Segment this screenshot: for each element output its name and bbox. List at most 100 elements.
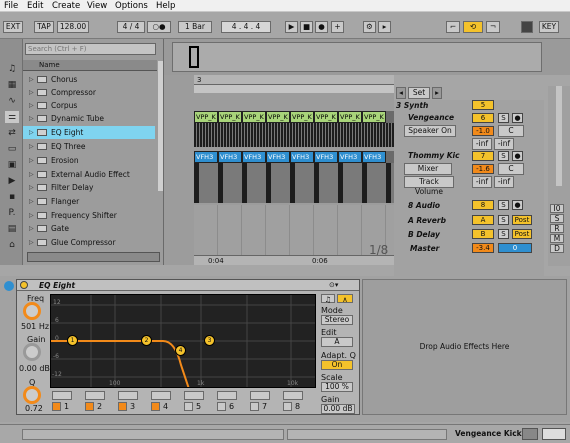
clip[interactable]: VPP_K: [338, 111, 362, 123]
band-toggle[interactable]: [250, 402, 259, 411]
volume-field[interactable]: -1.0: [472, 126, 494, 136]
time-ruler[interactable]: 0:04 0:06: [194, 255, 394, 265]
band-toggle[interactable]: [85, 402, 94, 411]
browser-item[interactable]: ▷ Corpus: [23, 99, 155, 112]
eq-band-point[interactable]: 3: [204, 335, 215, 346]
track-number[interactable]: 6: [472, 113, 494, 123]
eq-band-point[interactable]: 1: [67, 335, 78, 346]
track-row[interactable]: 8 Audio 8 S ●: [394, 200, 544, 212]
scroll-left-icon[interactable]: ◂: [396, 87, 406, 99]
returns-toggle[interactable]: R: [550, 224, 564, 233]
clip[interactable]: VFH3: [194, 151, 218, 163]
audio-effects-icon[interactable]: ⚌: [5, 111, 19, 123]
band-toggle[interactable]: [151, 402, 160, 411]
drop-zone[interactable]: Drop Audio Effects Here: [362, 279, 567, 415]
band-shape-button[interactable]: [217, 391, 237, 400]
browser-item[interactable]: ▷ Chorus: [23, 73, 155, 86]
record-icon[interactable]: ●: [315, 21, 328, 33]
post-button[interactable]: Post: [512, 229, 532, 239]
track-number[interactable]: 7: [472, 151, 494, 161]
track-volume[interactable]: 5: [472, 100, 494, 110]
clip[interactable]: VFH3: [242, 151, 266, 163]
browser-item[interactable]: ▷ Gate: [23, 222, 155, 235]
menu-options[interactable]: Options: [115, 1, 148, 11]
device-options-icon[interactable]: ⊙▾: [329, 281, 338, 289]
clip[interactable]: VPP_K: [362, 111, 386, 123]
io-toggle[interactable]: I0: [550, 204, 564, 213]
clip[interactable]: VFH3: [362, 151, 386, 163]
max-for-live-icon[interactable]: ▭: [5, 143, 19, 155]
punch-out-icon[interactable]: ¬: [486, 21, 500, 33]
output-gain-field[interactable]: 0.00 dB: [321, 404, 355, 414]
track-row-master[interactable]: Master -3.4 0: [394, 243, 544, 255]
device-title-bar[interactable]: EQ Eight ⊙▾: [17, 280, 359, 291]
eq-band-point[interactable]: 4: [175, 345, 186, 356]
arm-button[interactable]: ●: [512, 151, 523, 161]
packs-icon[interactable]: ▤: [5, 223, 19, 235]
key-map-button[interactable]: KEY: [539, 21, 559, 33]
tempo-field[interactable]: 128.00: [57, 21, 89, 33]
browser-item[interactable]: ▷ EQ Three: [23, 140, 155, 153]
play-icon[interactable]: ▶: [285, 21, 298, 33]
band-shape-button[interactable]: [250, 391, 270, 400]
preview-bar[interactable]: [27, 252, 160, 262]
track-number[interactable]: B: [472, 229, 494, 239]
browser-name-header[interactable]: Name: [23, 60, 157, 71]
device-view-toggle-icon[interactable]: [4, 281, 14, 291]
browser-item[interactable]: ▷ Compressor: [23, 86, 155, 99]
browser-item[interactable]: ▷ External Audio Effect: [23, 168, 155, 181]
device-view-icon[interactable]: [542, 428, 566, 440]
punch-in-icon[interactable]: ⌐: [446, 21, 460, 33]
eq-band-point[interactable]: 2: [141, 335, 152, 346]
track-number[interactable]: A: [472, 215, 494, 225]
band-toggle[interactable]: [118, 402, 127, 411]
stop-icon[interactable]: ■: [300, 21, 313, 33]
clip[interactable]: VFH3: [290, 151, 314, 163]
drums-icon[interactable]: ▦: [5, 79, 19, 91]
pan-field[interactable]: C: [498, 163, 524, 175]
loop-brace[interactable]: [194, 85, 394, 93]
band-toggle[interactable]: [283, 402, 292, 411]
track-row[interactable]: B Delay B S Post: [394, 229, 544, 241]
adapt-q-toggle[interactable]: On: [321, 360, 353, 370]
sounds-icon[interactable]: ♫: [5, 63, 19, 75]
pan-field[interactable]: C: [498, 125, 524, 137]
scroll-right-icon[interactable]: ▸: [432, 87, 442, 99]
mixer-toggle[interactable]: M: [550, 234, 564, 243]
master-volume[interactable]: -3.4: [472, 243, 494, 253]
arm-button[interactable]: ●: [512, 113, 523, 123]
device-chooser[interactable]: Speaker On: [404, 125, 456, 137]
q-knob[interactable]: [23, 386, 41, 404]
device-chooser[interactable]: Mixer: [404, 163, 452, 175]
band-shape-button[interactable]: [85, 391, 105, 400]
solo-button[interactable]: S: [498, 113, 509, 123]
clip[interactable]: VFH3: [266, 151, 290, 163]
solo-button[interactable]: S: [498, 215, 509, 225]
track-row[interactable]: 3 Synth 5: [394, 100, 544, 112]
menu-file[interactable]: File: [4, 1, 18, 11]
browser-item-selected[interactable]: ▷ EQ Eight: [23, 126, 155, 139]
vengeance-lane[interactable]: VPP_K VPP_K VPP_K VPP_K VPP_K VPP_K VPP_…: [194, 111, 394, 147]
user-library-icon[interactable]: ⌂: [5, 239, 19, 251]
band-toggle[interactable]: [52, 402, 61, 411]
midi-effects-icon[interactable]: ⇄: [5, 127, 19, 139]
midi-map-icon[interactable]: [521, 21, 533, 33]
loop-icon[interactable]: ⟲: [463, 21, 483, 33]
menu-view[interactable]: View: [87, 1, 107, 11]
sends-toggle[interactable]: S: [550, 214, 564, 223]
menu-help[interactable]: Help: [156, 1, 175, 11]
post-button[interactable]: Post: [512, 215, 532, 225]
overdub-icon[interactable]: +: [331, 21, 344, 33]
mode-select[interactable]: Stereo: [321, 315, 353, 325]
clip[interactable]: VPP_K: [266, 111, 290, 123]
volume-field[interactable]: -1.6: [472, 164, 494, 174]
menu-edit[interactable]: Edit: [27, 1, 43, 11]
band-shape-button[interactable]: [283, 391, 303, 400]
browser-item[interactable]: ▷ Frequency Shifter: [23, 209, 155, 222]
delay-toggle[interactable]: D: [550, 244, 564, 253]
band-shape-button[interactable]: [118, 391, 138, 400]
headphone-icon[interactable]: ♫: [321, 294, 335, 304]
clip[interactable]: VPP_K: [314, 111, 338, 123]
clip[interactable]: VFH3: [218, 151, 242, 163]
kick-lane[interactable]: VFH3 VFH3 VFH3 VFH3 VFH3 VFH3 VFH3 VFH3: [194, 151, 394, 203]
